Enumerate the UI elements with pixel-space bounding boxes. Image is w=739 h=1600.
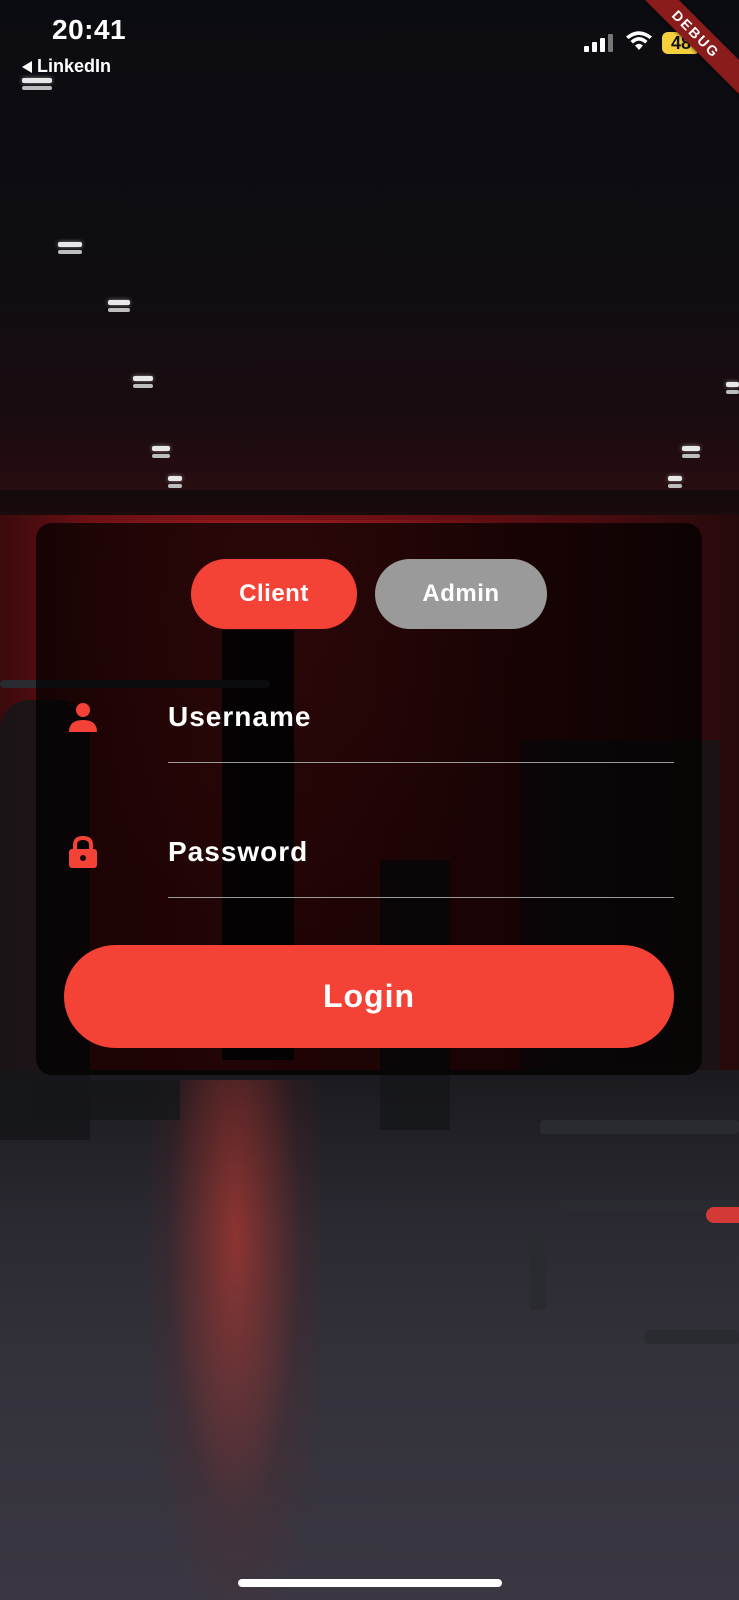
ceiling-light	[168, 476, 182, 488]
equipment-bench	[540, 1120, 739, 1134]
username-underline	[168, 762, 674, 763]
cellular-signal-icon	[584, 34, 613, 52]
password-placeholder: Password	[168, 836, 309, 867]
admin-role-button[interactable]: Admin	[375, 559, 547, 629]
equipment-leg	[530, 1230, 546, 1310]
ceiling-light	[152, 446, 170, 458]
back-to-app-link[interactable]: LinkedIn	[22, 56, 111, 77]
home-indicator[interactable]	[238, 1579, 502, 1587]
client-role-button[interactable]: Client	[191, 559, 357, 629]
ceiling-light	[133, 376, 153, 388]
ceiling-light	[726, 382, 739, 394]
ceiling-light	[58, 242, 82, 254]
equipment-bench	[645, 1330, 739, 1344]
status-time: 20:41	[52, 14, 127, 45]
status-bar: 20:41 LinkedIn 48 DEBUG	[0, 0, 739, 103]
password-field[interactable]: Password	[66, 808, 674, 898]
back-arrow-icon	[22, 60, 32, 73]
floor-reflection	[150, 1080, 320, 1600]
username-placeholder: Username	[168, 701, 312, 732]
username-field[interactable]: Username	[66, 673, 674, 763]
role-toggle: Client Admin	[191, 559, 547, 629]
ceiling-light	[668, 476, 682, 488]
ceiling-light	[682, 446, 700, 458]
login-button[interactable]: Login	[64, 945, 674, 1048]
equipment-base	[30, 1080, 180, 1120]
red-bench-pad	[706, 1207, 739, 1223]
login-card: Client Admin Username Password Login	[36, 523, 702, 1075]
back-link-label: LinkedIn	[37, 56, 112, 76]
lock-icon	[69, 835, 97, 868]
floor	[0, 1070, 739, 1600]
person-icon	[69, 703, 97, 732]
wifi-icon	[626, 31, 652, 50]
password-underline	[168, 897, 674, 898]
ceiling-light	[108, 300, 130, 312]
